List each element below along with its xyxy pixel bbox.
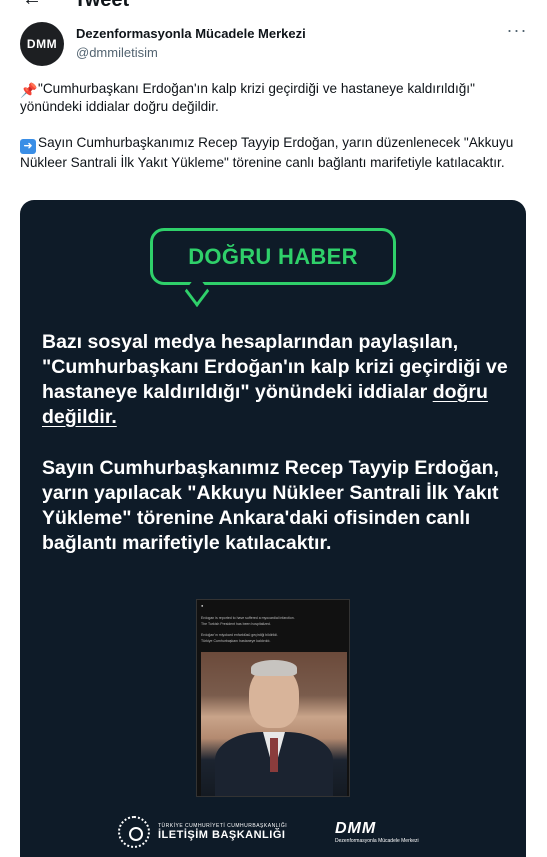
more-options-icon[interactable]: ··· [506, 21, 528, 43]
embedded-tweet-header: ● [201, 603, 204, 608]
dmm-logo: DMM Dezenformasyonla Mücadele Merkezi [335, 820, 419, 844]
fact-check-badge: DOĞRU HABER [150, 228, 396, 285]
iletisim-logo: TÜRKİYE CUMHURİYETİ CUMHURBAŞKANLIĞI İLE… [118, 812, 287, 852]
avatar[interactable]: DMM [20, 22, 64, 66]
author-handle[interactable]: @dmmiletisim [76, 45, 158, 60]
right-arrow-icon: ➜ [20, 139, 36, 154]
top-bar: ← Tweet [0, 0, 547, 10]
tweet-paragraph-2: ➜ Sayın Cumhurbaşkanımız Recep Tayyip Erd… [20, 134, 530, 172]
presidential-seal-icon [118, 816, 150, 848]
embedded-tweet-screenshot: ● Erdogan is reported to have suffered a… [196, 599, 350, 797]
back-arrow-icon[interactable]: ← [22, 0, 42, 10]
tweet-media-image[interactable]: DOĞRU HABER Bazı sosyal medya hesapların… [20, 200, 526, 857]
embedded-line-2: The Turkish President has been hospitali… [201, 622, 271, 626]
media-statement-text: Sayın Cumhurbaşkanımız Recep Tayyip Erdo… [42, 457, 499, 554]
badge-label: DOĞRU HABER [188, 243, 358, 269]
dmm-logo-subtitle: Dezenformasyonla Mücadele Merkezi [335, 838, 419, 844]
dmm-logo-text: DMM [335, 820, 377, 837]
tweet-paragraph-2-text: Sayın Cumhurbaşkanımız Recep Tayyip Erdo… [20, 135, 514, 170]
embedded-line-4: Türkiye Cumhurbaşkanı hastaneye kaldırıl… [201, 639, 271, 643]
author-name[interactable]: Dezenformasyonla Mücadele Merkezi [76, 26, 306, 41]
logo-title: İLETİŞİM BAŞKANLIĞI [158, 829, 286, 841]
tweet-paragraph-1-text: "Cumhurbaşkanı Erdoğan'ın kalp krizi geç… [20, 81, 475, 114]
embedded-line-3: Erdoğan'ın miyokard enfarktüsü geçirdiği… [201, 633, 278, 637]
media-claim-text: Bazı sosyal medya hesaplarından paylaşıl… [42, 330, 512, 430]
tweet-text: 📌"Cumhurbaşkanı Erdoğan'ın kalp krizi ge… [20, 80, 530, 172]
page-title: Tweet [74, 0, 129, 10]
embedded-line-1: Erdogan is reported to have suffered a m… [201, 616, 295, 620]
pushpin-icon: 📌 [20, 82, 38, 98]
portrait-photo [201, 652, 347, 796]
tweet-paragraph-1: 📌"Cumhurbaşkanı Erdoğan'ın kalp krizi ge… [20, 80, 530, 116]
